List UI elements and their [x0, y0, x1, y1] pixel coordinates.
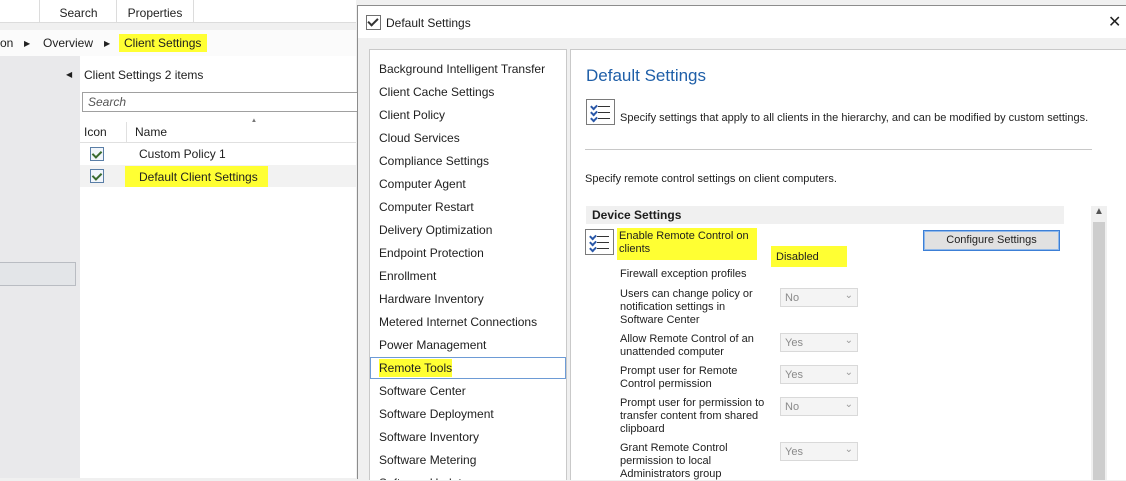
setting-select[interactable]: Yes ⌄ — [780, 333, 858, 352]
setting-select[interactable]: Yes ⌄ — [780, 442, 858, 461]
chevron-down-icon: ⌄ — [844, 335, 853, 346]
setting-label: Users can change policy or notification … — [620, 288, 753, 326]
breadcrumb-separator-icon: ▶ — [104, 39, 111, 48]
navigation-pane-button[interactable] — [0, 262, 76, 286]
settings-detail-panel: Default Settings Specify settings that a… — [570, 49, 1126, 480]
nav-item-computer-restart[interactable]: Computer Restart — [370, 197, 566, 218]
nav-item-software-inventory[interactable]: Software Inventory — [370, 427, 566, 448]
nav-item-software-metering[interactable]: Software Metering — [370, 450, 566, 471]
breadcrumb-item-partial[interactable]: on — [0, 36, 13, 50]
setting-select[interactable]: No ⌄ — [780, 397, 858, 416]
select-value: Yes — [785, 369, 803, 381]
row-name: Custom Policy 1 — [139, 147, 226, 161]
default-settings-dialog: Default Settings ✕ Background Intelligen… — [357, 5, 1126, 480]
vertical-scrollbar[interactable]: ▲ — [1091, 206, 1107, 480]
setting-label: Prompt user for permission to transfer c… — [620, 397, 765, 435]
firewall-exception-label: Firewall exception profiles — [620, 268, 747, 280]
configure-settings-button[interactable]: Configure Settings — [923, 230, 1060, 251]
nav-item-endpoint-protection[interactable]: Endpoint Protection — [370, 243, 566, 264]
collapse-chevron-icon[interactable]: ◀ — [66, 70, 72, 79]
results-title: Client Settings 2 items — [84, 68, 204, 82]
client-settings-icon — [90, 147, 104, 161]
breadcrumb: on ▶ Overview ▶ Client Settings — [0, 30, 356, 56]
select-value: No — [785, 292, 800, 304]
nav-item-cloud-services[interactable]: Cloud Services — [370, 128, 566, 149]
status-value: Disabled — [771, 246, 847, 267]
results-pane — [80, 56, 356, 478]
column-header-icon[interactable]: Icon — [84, 125, 107, 139]
nav-item-software-updates[interactable]: Software Updates — [370, 473, 566, 480]
nav-item-power-management[interactable]: Power Management — [370, 335, 566, 356]
setting-select[interactable]: No ⌄ — [780, 288, 858, 307]
nav-item-client-policy[interactable]: Client Policy — [370, 105, 566, 126]
chevron-down-icon: ⌄ — [844, 399, 853, 410]
checklist-icon — [585, 229, 614, 255]
dialog-titlebar: Default Settings ✕ — [358, 6, 1126, 38]
section-header-device-settings: Device Settings — [586, 206, 1064, 224]
column-divider — [126, 122, 127, 142]
column-header-name[interactable]: Name — [135, 125, 167, 139]
nav-item-remote-tools[interactable]: Remote Tools — [370, 357, 566, 379]
ribbon: Search Properties — [0, 0, 356, 23]
settings-check-icon — [366, 15, 381, 30]
table-row[interactable]: Default Client Settings — [80, 165, 356, 187]
scrollbar-thumb[interactable] — [1093, 222, 1105, 480]
nav-item-software-center[interactable]: Software Center — [370, 381, 566, 402]
ribbon-tab-properties[interactable]: Properties — [116, 0, 194, 22]
setting-label: Allow Remote Control of an unattended co… — [620, 333, 754, 358]
nav-item-enrollment[interactable]: Enrollment — [370, 266, 566, 287]
nav-item-hardware-inventory[interactable]: Hardware Inventory — [370, 289, 566, 310]
enable-remote-control-label: Enable Remote Control on clients — [617, 228, 757, 260]
settings-category-list: Background Intelligent Transfer Client C… — [369, 49, 567, 480]
select-value: No — [785, 401, 800, 413]
row-name: Default Client Settings — [125, 166, 268, 187]
scroll-up-arrow-icon[interactable]: ▲ — [1094, 206, 1104, 217]
panel-subheading: Specify remote control settings on clien… — [585, 173, 837, 185]
select-value: Yes — [785, 337, 803, 349]
nav-item-background-intelligent-transfer[interactable]: Background Intelligent Transfer — [370, 59, 566, 80]
search-input[interactable]: Search — [82, 92, 358, 112]
select-value: Yes — [785, 446, 803, 458]
table-row[interactable]: Custom Policy 1 — [80, 143, 356, 165]
column-header-row: Icon Name — [80, 122, 356, 143]
breadcrumb-item-overview[interactable]: Overview — [43, 36, 93, 50]
chevron-down-icon: ⌄ — [844, 367, 853, 378]
nav-item-client-cache-settings[interactable]: Client Cache Settings — [370, 82, 566, 103]
client-settings-icon — [90, 169, 104, 183]
setting-select[interactable]: Yes ⌄ — [780, 365, 858, 384]
setting-label: Grant Remote Control permission to local… — [620, 442, 728, 480]
nav-item-metered-internet-connections[interactable]: Metered Internet Connections — [370, 312, 566, 333]
nav-item-computer-agent[interactable]: Computer Agent — [370, 174, 566, 195]
setting-label: Prompt user for Remote Control permissio… — [620, 365, 738, 390]
nav-item-delivery-optimization[interactable]: Delivery Optimization — [370, 220, 566, 241]
search-placeholder: Search — [88, 95, 127, 109]
breadcrumb-separator-icon: ▶ — [24, 39, 31, 48]
chevron-down-icon: ⌄ — [844, 444, 853, 455]
ribbon-tab-search[interactable]: Search — [39, 0, 117, 22]
chevron-down-icon: ⌄ — [844, 290, 853, 301]
panel-heading: Default Settings — [586, 66, 707, 85]
divider — [585, 149, 1092, 150]
panel-description: Specify settings that apply to all clien… — [620, 112, 1089, 124]
dialog-title: Default Settings — [386, 16, 471, 30]
nav-item-software-deployment[interactable]: Software Deployment — [370, 404, 566, 425]
nav-item-label: Remote Tools — [379, 359, 453, 377]
breadcrumb-item-client-settings[interactable]: Client Settings — [119, 34, 208, 52]
checklist-icon — [586, 99, 615, 125]
nav-item-compliance-settings[interactable]: Compliance Settings — [370, 151, 566, 172]
close-icon[interactable]: ✕ — [1108, 12, 1121, 32]
